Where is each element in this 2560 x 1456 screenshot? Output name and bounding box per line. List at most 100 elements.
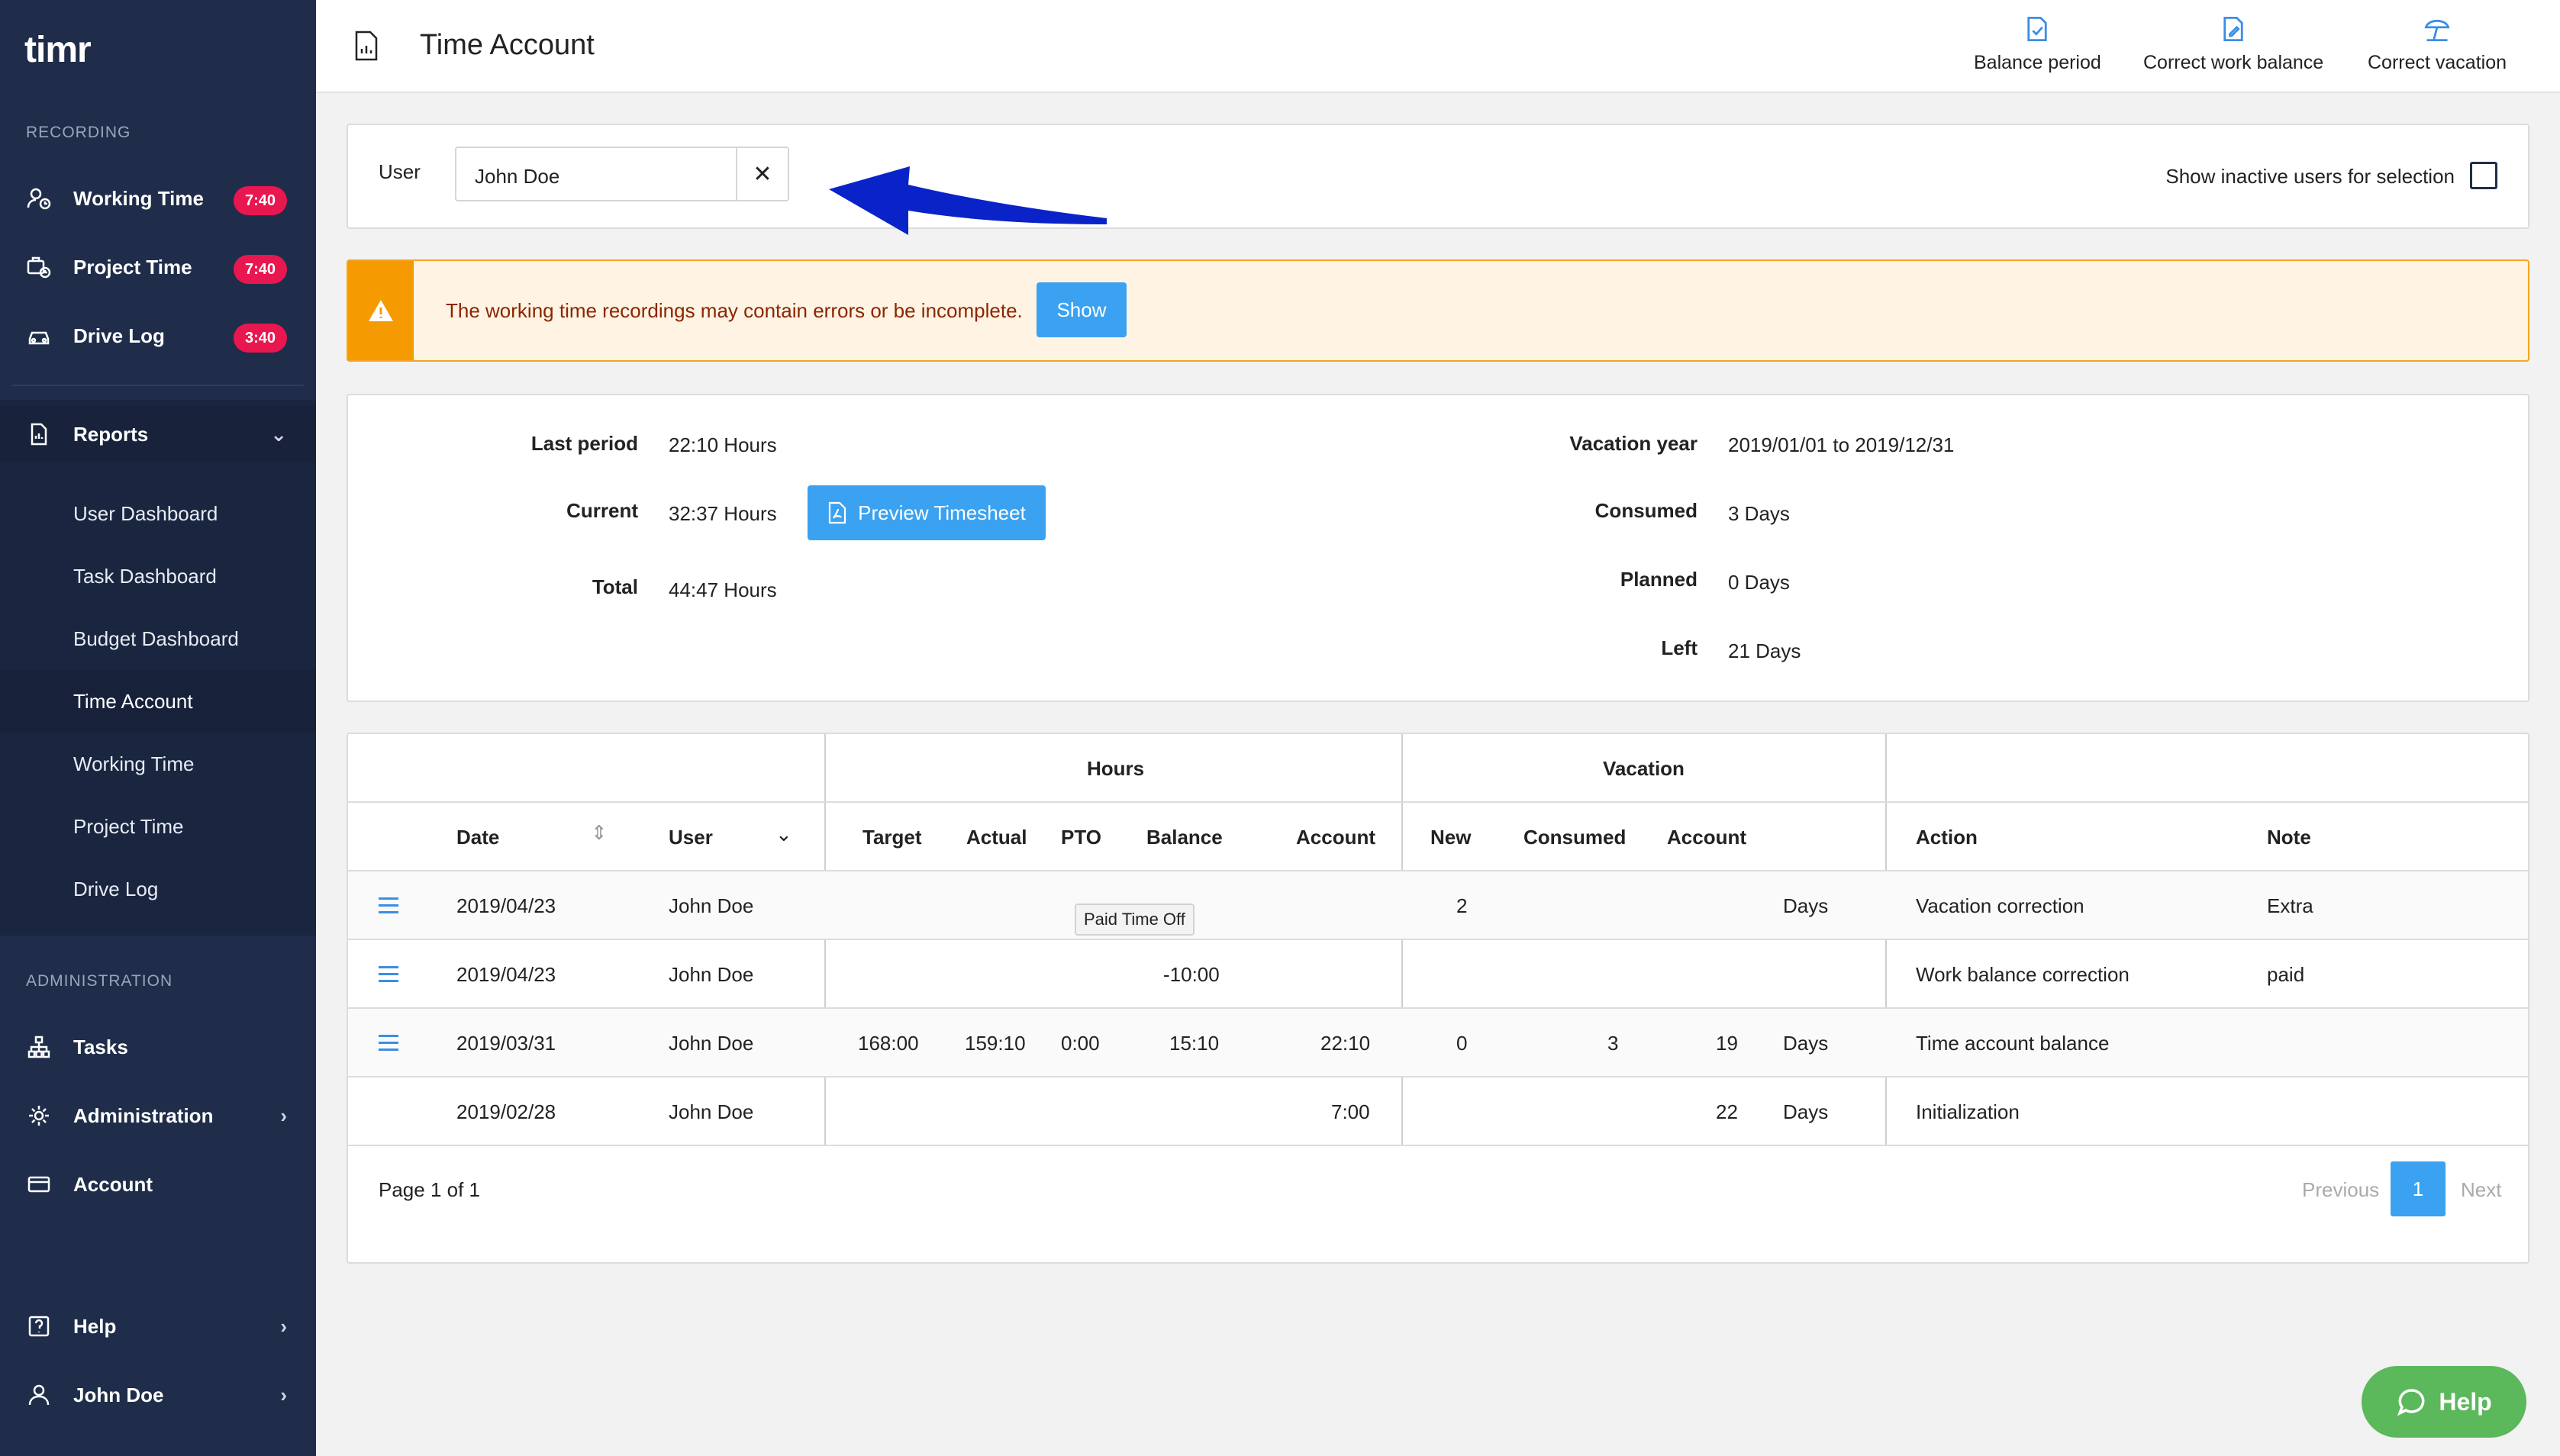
show-inactive-label: Show inactive users for selection [2165,165,2455,188]
warning-text: The working time recordings may contain … [446,299,1023,322]
sidebar-item-label: Account [73,1172,153,1196]
sidebar-item-administration[interactable]: Administration › [0,1087,316,1145]
sidebar-item-account[interactable]: Account [0,1155,316,1213]
vacation-group-header: Vacation [1603,757,1685,780]
note-column-header: Note [2267,826,2311,849]
cell-user: John Doe [669,963,754,986]
chat-bubble-icon [2397,1389,2425,1416]
hours-group-header: Hours [1087,757,1145,780]
sidebar-item-label: Drive Log [73,324,165,347]
correct-work-balance-button[interactable]: Correct work balance [2143,15,2323,74]
user-select-input[interactable]: John Doe [455,147,737,201]
total-value: 44:47 Hours [669,578,777,601]
help-icon [26,1313,52,1339]
cell-target: 168:00 [858,1032,919,1055]
beach-umbrella-icon [2424,19,2450,42]
consumed-column-header: Consumed [1523,826,1627,849]
row-menu-icon[interactable] [379,966,398,983]
cell-user: John Doe [669,894,754,917]
show-errors-button[interactable]: Show [1037,282,1127,337]
cell-action: Initialization [1916,1100,2020,1123]
cell-date: 2019/04/23 [456,894,556,917]
sidebar-subitem-user-dashboard[interactable]: User Dashboard [0,482,316,545]
sidebar-item-help[interactable]: Help › [0,1297,316,1355]
sidebar-subitem-working-time[interactable]: Working Time [0,733,316,795]
planned-label: Planned [1620,568,1698,591]
timr-logo[interactable]: timr [24,29,92,71]
next-page-button[interactable]: Next [2461,1178,2501,1202]
clear-user-button[interactable]: ✕ [736,147,789,201]
planned-value: 0 Days [1728,571,1790,594]
cell-date: 2019/03/31 [456,1032,556,1055]
sidebar-item-working-time[interactable]: Working Time 7:40 [0,169,316,227]
sidebar-divider [12,385,304,386]
preview-timesheet-label: Preview Timesheet [858,501,1026,524]
consumed-label: Consumed [1594,499,1698,522]
time-badge: 7:40 [234,186,287,215]
sidebar-subitem-project-time[interactable]: Project Time [0,795,316,858]
date-column-header[interactable]: Date [456,826,499,849]
user-filter-panel: User John Doe ✕ Show inactive users for … [347,124,2529,229]
user-clock-icon [26,185,52,211]
gear-icon [26,1103,52,1129]
warning-strip [348,261,414,360]
vacation-year-value: 2019/01/01 to 2019/12/31 [1728,433,1955,456]
row-menu-icon[interactable] [379,897,398,914]
sidebar-item-label: Help [73,1314,117,1338]
show-inactive-checkbox[interactable] [2470,162,2497,189]
sidebar-item-user[interactable]: John Doe › [0,1366,316,1424]
sidebar-subitem-budget-dashboard[interactable]: Budget Dashboard [0,607,316,670]
balance-column-header: Balance [1146,826,1223,849]
cell-action: Work balance correction [1916,963,2130,986]
user-column-header[interactable]: User [669,826,713,849]
row-menu-icon[interactable] [379,1035,398,1052]
cell-action: Vacation correction [1916,894,2084,917]
sidebar-item-project-time[interactable]: Project Time 7:40 [0,238,316,296]
action-column-header: Action [1916,826,1978,849]
time-badge: 7:40 [234,255,287,284]
help-chat-button[interactable]: Help [2362,1366,2526,1438]
page-1-button[interactable]: 1 [2391,1161,2446,1216]
sidebar-subitem-time-account[interactable]: Time Account [0,670,316,733]
correct-work-balance-label: Correct work balance [2143,52,2324,73]
left-label: Left [1661,636,1698,659]
user-icon [26,1382,52,1408]
chevron-down-icon: ⌄ [270,422,287,446]
sidebar-item-drive-log[interactable]: Drive Log 3:40 [0,307,316,365]
actual-column-header: Actual [966,826,1027,849]
sidebar-item-tasks[interactable]: Tasks [0,1018,316,1076]
cell-date: 2019/02/28 [456,1100,556,1123]
pto-column-header: PTO [1061,826,1101,849]
administration-section-label: ADMINISTRATION [26,972,173,990]
sidebar-item-label: Tasks [73,1035,128,1058]
summary-panel: Last period 22:10 Hours Current 32:37 Ho… [347,394,2529,702]
recording-section-label: RECORDING [26,124,131,141]
preview-timesheet-button[interactable]: Preview Timesheet [808,485,1046,540]
sidebar-item-reports[interactable]: Reports ⌄ [0,406,316,462]
previous-page-button[interactable]: Previous [2302,1178,2379,1202]
user-filter-label: User [379,160,421,183]
balance-period-button[interactable]: Balance period [1974,15,2101,74]
chevron-right-icon: › [280,1103,287,1127]
account-column-header: Account [1296,826,1375,849]
chevron-down-icon[interactable]: ⌄ [775,823,792,846]
chevron-right-icon: › [280,1383,287,1406]
project-clock-icon [26,254,52,280]
sidebar-item-label: John Doe [73,1383,164,1406]
sidebar-subitem-drive-log[interactable]: Drive Log [0,858,316,920]
sidebar-subitem-task-dashboard[interactable]: Task Dashboard [0,545,316,607]
current-value: 32:37 Hours [669,502,777,525]
cell-account: 22:10 [1320,1032,1371,1055]
report-document-icon [355,31,378,61]
help-chat-label: Help [2439,1387,2492,1416]
cell-user: John Doe [669,1100,754,1123]
cell-vacation-account: 22 [1716,1100,1738,1123]
correct-vacation-button[interactable]: Correct vacation [2368,15,2507,74]
cell-balance: -10:00 [1163,963,1220,986]
sidebar: timr RECORDING Working Time 7:40 Project… [0,0,316,1456]
sort-icon[interactable]: ⇕ [591,821,608,845]
correct-vacation-label: Correct vacation [2368,52,2507,73]
last-period-value: 22:10 Hours [669,433,777,456]
document-edit-icon [2223,16,2243,42]
annotation-arrow-icon [829,166,1107,235]
